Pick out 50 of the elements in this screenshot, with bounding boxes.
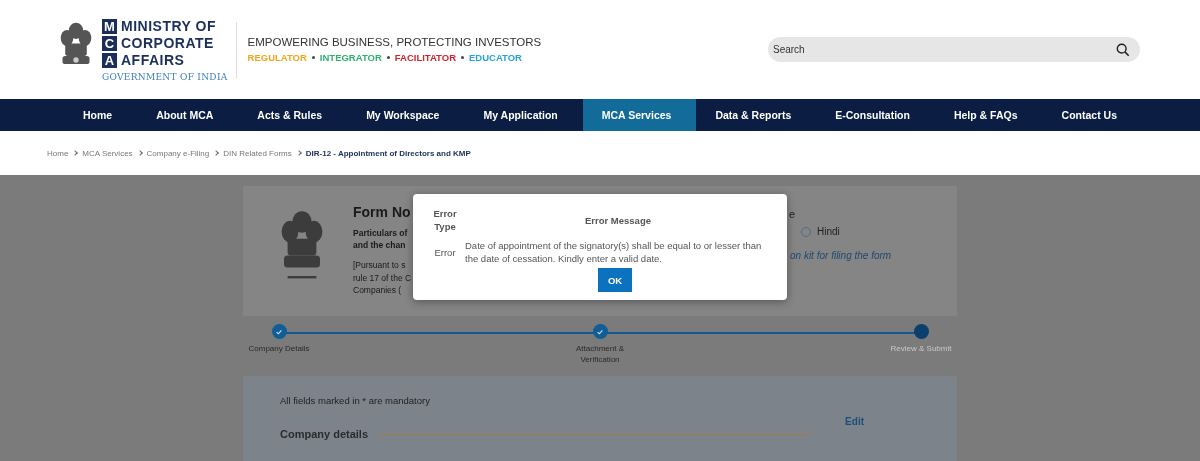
step-label: Company Details — [248, 343, 310, 354]
nav-item[interactable]: MCA Services — [582, 99, 697, 131]
mandatory-note: All fields marked in * are mandatory — [280, 395, 431, 406]
logo-text: CORPORATE — [121, 35, 214, 51]
form-note: Companies ( — [353, 284, 402, 297]
nav-item[interactable]: E-Consultation — [816, 99, 935, 131]
breadcrumb-link[interactable]: Company e-Filing — [146, 148, 210, 158]
nav-item[interactable]: Home — [64, 99, 138, 131]
nav-item[interactable]: My Application — [464, 99, 583, 131]
logo-text: AFFAIRS — [121, 52, 185, 68]
language-label: e — [789, 208, 796, 220]
nav-item[interactable]: About MCA — [137, 99, 239, 131]
tagline: EMPOWERING BUSINESS, PROTECTING INVESTORS — [247, 36, 542, 48]
column-header: Error Type — [432, 207, 458, 233]
form-subtitle: and the chan — [353, 239, 406, 251]
section-title: Company details — [280, 428, 369, 440]
role-label: REGULATOR — [247, 52, 307, 63]
step-label: Review & Submit — [890, 343, 952, 354]
nav-item[interactable]: Acts & Rules — [238, 99, 348, 131]
government-label: GOVERNMENT OF INDIA — [102, 71, 228, 82]
form-subtitle: Particulars of — [353, 227, 408, 239]
role-label: EDUCATOR — [469, 52, 522, 63]
error-type: Error — [433, 246, 457, 258]
search-field[interactable]: Search — [768, 37, 1140, 62]
logo-letter: M — [102, 18, 117, 34]
form-title: Form No — [353, 204, 411, 220]
step-label: Attachment & Verification — [575, 343, 625, 365]
role-label: FACILITATOR — [394, 52, 456, 63]
form-note: [Pursuant to s — [353, 259, 406, 272]
logo-letter: C — [102, 35, 117, 51]
breadcrumb-current: DIR-12 - Appointment of Directors and KMP — [305, 148, 471, 158]
column-header: Error Message — [584, 215, 652, 228]
nav-item[interactable]: Help & FAQs — [934, 99, 1043, 131]
separator-dot — [311, 56, 315, 59]
breadcrumb-link[interactable]: DIN Related Forms — [223, 148, 292, 158]
role-label: INTEGRATOR — [319, 52, 382, 63]
logo-text: MINISTRY OF — [121, 18, 216, 34]
nav-item[interactable]: Data & Reports — [696, 99, 817, 131]
nav-item[interactable]: Contact Us — [1042, 99, 1142, 131]
form-note: rule 17 of the C — [353, 271, 412, 284]
nav-item[interactable]: My Workspace — [347, 99, 465, 131]
logo-letter: A — [102, 52, 117, 68]
search-icon[interactable] — [1116, 43, 1130, 57]
radio-label[interactable]: Hindi — [817, 226, 840, 237]
error-message: Date of appointment of the signatory(s) shall be equal to or lesser than the date of cessation. Kindly enter a valid date. — [465, 239, 763, 265]
breadcrumb-link[interactable]: Home — [47, 148, 69, 158]
breadcrumb-link[interactable]: MCA Services — [82, 148, 133, 158]
separator-dot — [461, 56, 464, 59]
separator-dot — [386, 56, 390, 59]
ok-button[interactable]: OK — [598, 268, 632, 292]
